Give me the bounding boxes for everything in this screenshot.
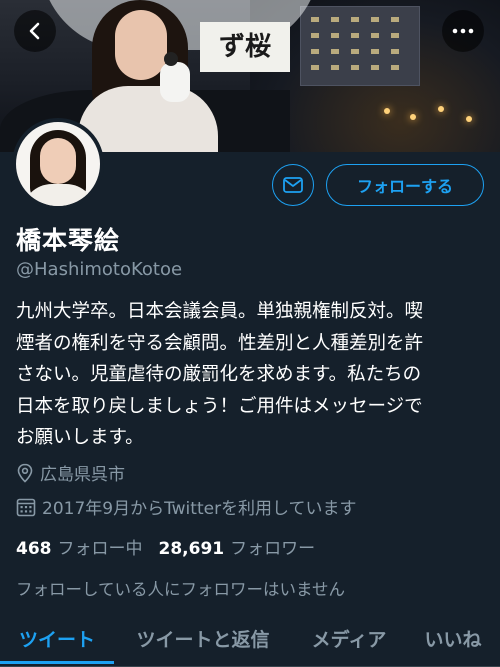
more-horizontal-icon (452, 28, 474, 34)
envelope-icon (283, 177, 303, 193)
more-options-button[interactable] (442, 10, 484, 52)
location-pin-icon (17, 463, 33, 483)
following-label: フォロー中 (57, 539, 143, 559)
following-count: 468 (16, 539, 52, 559)
follow-button[interactable]: フォローする (326, 164, 484, 206)
avatar-face (40, 138, 76, 184)
followers-you-know-note: フォローしている人にフォロワーはいません (16, 580, 346, 599)
banner-person-coat (78, 86, 218, 152)
banner-glove (160, 62, 190, 102)
banner-building (300, 6, 420, 86)
followers-count: 28,691 (158, 539, 225, 559)
following-stat[interactable]: 468 フォロー中 (16, 534, 143, 559)
profile-joined-date: 2017年9月からTwitterを利用しています (16, 494, 357, 519)
banner-sign: ず桜 (200, 22, 290, 72)
profile-bio: 九州大学卒。日本会議会員。単独親権制反対。喫 煙者の権利を守る会顧問。性差別と人… (16, 301, 424, 448)
profile-page: ず桜 フォローする 橋本琴絵 @HashimotoKotoe 九州大学卒。日本会… (0, 0, 500, 667)
tab-tweets-and-replies[interactable]: ツイートと返信 (114, 614, 292, 662)
tab-likes[interactable]: いいね (406, 614, 500, 662)
avatar[interactable] (12, 118, 104, 210)
chevron-left-icon (29, 22, 40, 40)
banner-person-face (115, 10, 167, 80)
banner-street-lights (380, 100, 490, 130)
profile-handle: @HashimotoKotoe (16, 259, 183, 280)
followers-label: フォロワー (230, 539, 316, 559)
tab-tweets[interactable]: ツイート (0, 614, 114, 664)
message-button[interactable] (272, 164, 314, 206)
followers-stat[interactable]: 28,691 フォロワー (159, 534, 316, 559)
profile-name: 橋本琴絵 (16, 226, 121, 255)
profile-tabs: ツイート ツイートと返信 メディア いいね (0, 614, 500, 667)
tab-media[interactable]: メディア (292, 614, 406, 662)
profile-stats: 468 フォロー中 28,691 フォロワー (16, 534, 331, 559)
location-text: 広島県呉市 (40, 465, 125, 485)
calendar-icon (16, 498, 36, 516)
joined-text: 2017年9月からTwitterを利用しています (42, 499, 357, 519)
back-button[interactable] (14, 10, 56, 52)
banner-microphone (164, 52, 178, 66)
profile-location: 広島県呉市 (16, 460, 125, 485)
